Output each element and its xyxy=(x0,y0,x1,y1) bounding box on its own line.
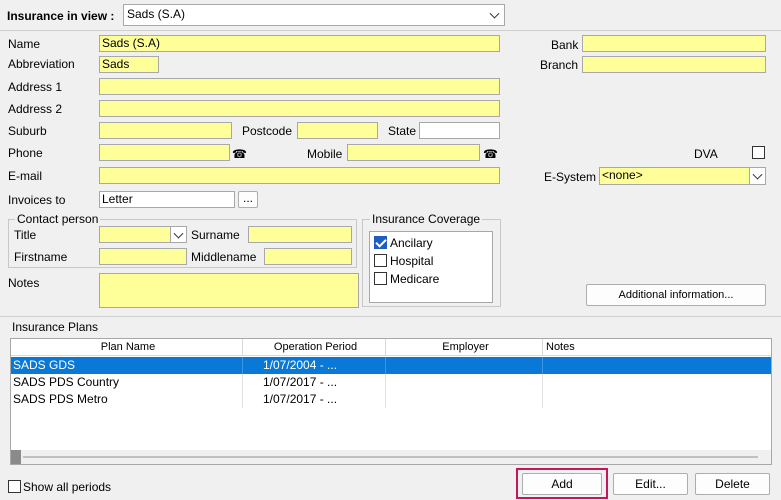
dva-label: DVA xyxy=(694,147,718,161)
show-all-periods-checkbox[interactable] xyxy=(8,480,21,493)
chevron-down-icon xyxy=(173,228,184,239)
insurance-plans-title: Insurance Plans xyxy=(12,320,99,334)
notes-label: Notes xyxy=(8,276,40,290)
invoices-to-field[interactable]: Letter xyxy=(99,191,235,208)
firstname-label: Firstname xyxy=(14,250,68,264)
name-field[interactable]: Sads (S.A) xyxy=(99,35,500,52)
insurance-plans-table: Plan Name Operation Period Employer Note… xyxy=(10,338,772,465)
coverage-list: Ancilary Hospital Medicare xyxy=(369,231,493,303)
horizontal-scrollbar[interactable] xyxy=(11,450,771,464)
medicare-label: Medicare xyxy=(390,272,440,286)
dva-checkbox[interactable] xyxy=(752,146,765,159)
show-all-periods-label: Show all periods xyxy=(23,480,112,494)
column-notes[interactable]: Notes xyxy=(543,339,771,356)
title-label: Title xyxy=(14,228,37,242)
add-button[interactable]: Add xyxy=(522,473,602,495)
middlename-field[interactable] xyxy=(264,248,352,265)
abbreviation-label: Abbreviation xyxy=(8,57,75,71)
contact-person-title: Contact person xyxy=(15,212,101,226)
esystem-value: <none> xyxy=(602,168,643,182)
section-divider xyxy=(0,316,781,317)
address1-label: Address 1 xyxy=(8,80,63,94)
scrollbar-thumb[interactable] xyxy=(11,450,21,464)
state-field[interactable] xyxy=(419,122,500,139)
chevron-down-icon xyxy=(752,169,763,180)
chevron-down-icon xyxy=(489,8,500,19)
delete-button[interactable]: Delete xyxy=(695,473,770,495)
address2-label: Address 2 xyxy=(8,102,63,116)
column-employer[interactable]: Employer xyxy=(386,339,543,356)
email-field[interactable] xyxy=(99,167,500,184)
insurance-select[interactable]: Sads (S.A) xyxy=(123,4,505,26)
mobile-label: Mobile xyxy=(307,147,343,161)
invoices-browse-button[interactable]: ... xyxy=(238,191,258,208)
hospital-label: Hospital xyxy=(390,254,434,268)
ancilary-label: Ancilary xyxy=(390,236,433,250)
edit-button[interactable]: Edit... xyxy=(613,473,688,495)
table-row[interactable]: SADS PDS Metro 1/07/2017 - ... xyxy=(11,391,771,408)
column-operation-period[interactable]: Operation Period xyxy=(243,339,386,356)
scrollbar-track xyxy=(23,456,758,458)
surname-label: Surname xyxy=(191,228,240,242)
phone-label: Phone xyxy=(8,146,43,160)
bank-field[interactable] xyxy=(582,35,766,52)
table-row[interactable]: SADS GDS 1/07/2004 - ... xyxy=(11,357,771,374)
table-row[interactable]: SADS PDS Country 1/07/2017 - ... xyxy=(11,374,771,391)
surname-field[interactable] xyxy=(248,226,352,243)
state-label: State xyxy=(388,124,417,138)
branch-field[interactable] xyxy=(582,56,766,73)
column-plan-name[interactable]: Plan Name xyxy=(11,339,243,356)
postcode-field[interactable] xyxy=(297,122,378,139)
insurance-coverage-title: Insurance Coverage xyxy=(370,212,483,226)
suburb-field[interactable] xyxy=(99,122,232,139)
esystem-label: E-System xyxy=(544,170,597,184)
insurance-in-view-label: Insurance in view : xyxy=(7,9,115,23)
middlename-label: Middlename xyxy=(191,250,257,264)
abbreviation-field[interactable]: Sads xyxy=(99,56,159,73)
email-label: E-mail xyxy=(8,169,43,183)
phone-field[interactable] xyxy=(99,144,230,161)
insurance-select-value: Sads (S.A) xyxy=(127,7,186,21)
phone-icon[interactable]: ☎ xyxy=(232,147,247,161)
hospital-checkbox[interactable] xyxy=(374,254,387,267)
notes-field[interactable] xyxy=(99,273,359,308)
esystem-select[interactable]: <none> xyxy=(599,167,766,185)
branch-label: Branch xyxy=(540,58,579,72)
postcode-label: Postcode xyxy=(242,124,293,138)
mobile-field[interactable] xyxy=(347,144,480,161)
medicare-checkbox[interactable] xyxy=(374,272,387,285)
firstname-field[interactable] xyxy=(99,248,187,265)
phone-icon[interactable]: ☎ xyxy=(483,147,498,161)
ancilary-checkbox[interactable] xyxy=(374,236,387,249)
title-dropdown[interactable] xyxy=(170,227,186,242)
address1-field[interactable] xyxy=(99,78,500,95)
name-label: Name xyxy=(8,37,41,51)
additional-information-button[interactable]: Additional information... xyxy=(586,284,766,306)
suburb-label: Suburb xyxy=(8,124,47,138)
esystem-dropdown[interactable] xyxy=(749,168,765,184)
title-select[interactable] xyxy=(99,226,187,243)
insurance-selector-bar: Insurance in view : Sads (S.A) xyxy=(0,0,781,31)
bank-label: Bank xyxy=(551,38,579,52)
address2-field[interactable] xyxy=(99,100,500,117)
invoices-to-label: Invoices to xyxy=(8,193,66,207)
